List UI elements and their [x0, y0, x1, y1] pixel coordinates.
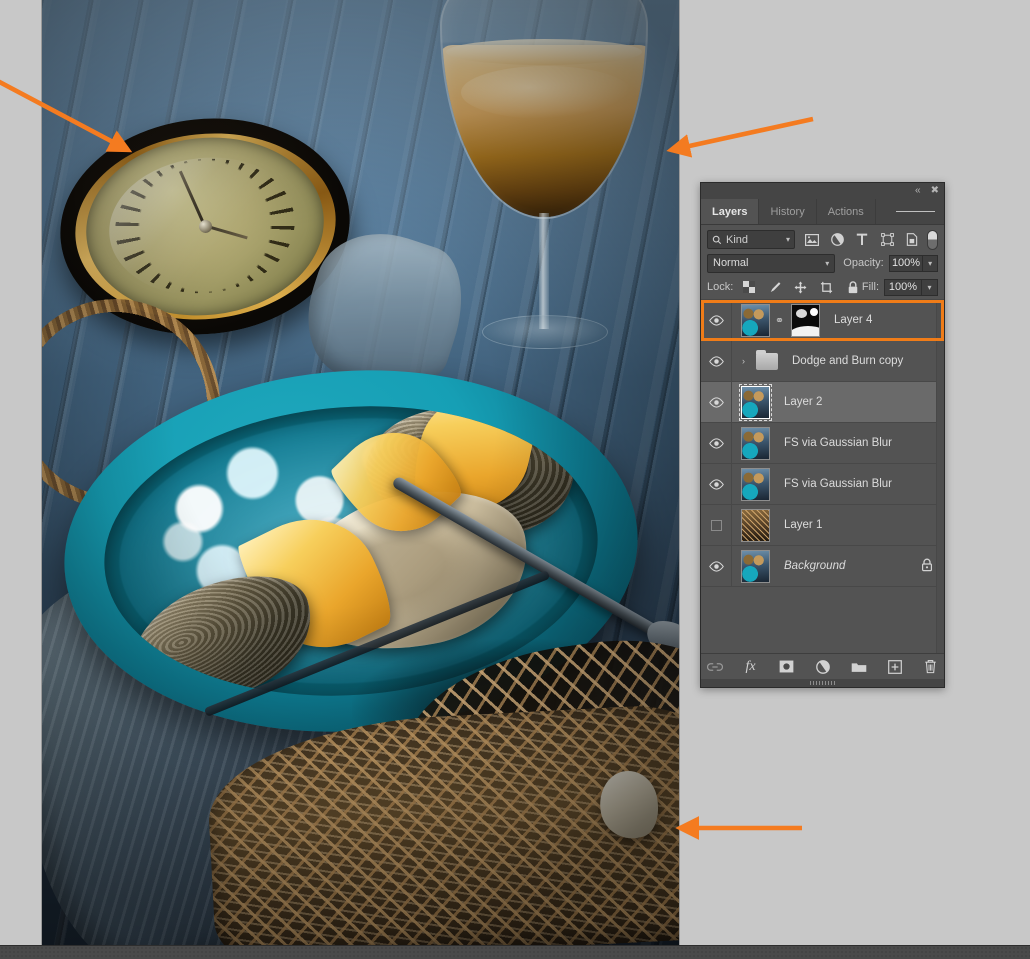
blend-mode-value: Normal	[713, 257, 748, 269]
table-row[interactable]: Background	[701, 546, 944, 587]
search-icon	[712, 235, 722, 245]
collapse-panel-icon[interactable]: «	[915, 186, 921, 196]
group-expand-chevron-icon[interactable]: ›	[742, 356, 754, 366]
tab-layers-label: Layers	[712, 206, 747, 218]
layer-visibility-toggle[interactable]	[701, 546, 732, 586]
layer-visibility-toggle[interactable]	[701, 341, 732, 381]
panel-titlebar: « ✖	[701, 183, 944, 199]
lock-image-pixels-icon[interactable]	[768, 281, 781, 294]
tab-actions[interactable]: Actions	[817, 199, 876, 224]
layers-panel[interactable]: « ✖ Layers History Actions K	[700, 182, 945, 688]
tab-history[interactable]: History	[759, 199, 816, 224]
panel-resize-grip[interactable]	[701, 679, 944, 687]
tab-history-label: History	[770, 206, 804, 218]
layer-name[interactable]: Layer 2	[784, 396, 822, 408]
eye-icon	[709, 438, 724, 449]
opacity-input[interactable]: 100%	[889, 255, 924, 272]
layer-name[interactable]: Background	[784, 560, 845, 572]
adjustment-layer-filter-icon[interactable]	[830, 233, 844, 247]
blend-mode-row: Normal ▾ Opacity: 100% ▾	[701, 251, 944, 275]
layer-visibility-toggle[interactable]	[701, 464, 732, 504]
type-layer-filter-icon[interactable]	[855, 233, 869, 247]
layer-name[interactable]: Layer 4	[834, 314, 872, 326]
table-row[interactable]: FS via Gaussian Blur	[701, 464, 944, 505]
chevron-down-icon: ▾	[825, 259, 829, 268]
lock-position-icon[interactable]	[794, 281, 807, 294]
shape-layer-filter-icon[interactable]	[880, 233, 894, 247]
link-mask-icon[interactable]: ⚭	[774, 314, 785, 327]
arrow-to-fishing-net	[662, 812, 810, 854]
photo-vignette	[42, 0, 679, 945]
eye-icon	[709, 315, 724, 326]
delete-layer-button[interactable]	[923, 659, 939, 675]
filter-enable-toggle[interactable]	[927, 230, 938, 250]
layer-thumbnail[interactable]	[741, 386, 770, 419]
filter-kind-label: Kind	[726, 234, 748, 246]
pixel-layer-filter-icon[interactable]	[805, 233, 819, 247]
layer-name[interactable]: Layer 1	[784, 519, 822, 531]
lock-artboard-nesting-icon[interactable]	[820, 281, 833, 294]
lock-icons	[742, 281, 859, 294]
blend-mode-select[interactable]: Normal ▾	[707, 254, 835, 273]
new-layer-button[interactable]	[887, 659, 903, 675]
link-layers-button[interactable]	[707, 659, 723, 675]
arrow-to-wine-glass	[655, 108, 820, 168]
layer-thumbnail[interactable]	[741, 304, 770, 337]
tab-layers[interactable]: Layers	[701, 199, 759, 224]
folder-icon	[756, 353, 778, 370]
new-fill-adjustment-layer-button[interactable]	[815, 659, 831, 675]
panel-tab-bar: Layers History Actions	[701, 199, 944, 225]
layer-style-fx-button[interactable]: fx	[743, 659, 759, 675]
close-panel-icon[interactable]: ✖	[931, 186, 939, 196]
document-window[interactable]	[42, 0, 679, 945]
lock-label: Lock:	[707, 281, 733, 293]
fill-label: Fill:	[862, 281, 879, 293]
document-photo	[42, 0, 679, 945]
filter-type-icons	[805, 233, 919, 247]
layers-panel-footer: fx	[701, 653, 944, 679]
lock-icon	[921, 558, 933, 575]
app-bottom-bar	[0, 945, 1030, 959]
layer-filter-row: Kind ▾	[701, 225, 944, 251]
eye-icon	[709, 397, 724, 408]
new-group-button[interactable]	[851, 659, 867, 675]
layer-thumbnail[interactable]	[741, 468, 770, 501]
opacity-stepper-icon[interactable]: ▾	[923, 255, 938, 272]
table-row[interactable]: ⚭ Layer 4	[701, 300, 944, 341]
eye-icon	[709, 561, 724, 572]
table-row[interactable]: › Dodge and Burn copy	[701, 341, 944, 382]
layer-thumbnail[interactable]	[741, 509, 770, 542]
smart-object-filter-icon[interactable]	[905, 233, 919, 247]
table-row[interactable]: Layer 1	[701, 505, 944, 546]
add-layer-mask-button[interactable]	[779, 659, 795, 675]
layer-name[interactable]: FS via Gaussian Blur	[784, 478, 892, 490]
layer-name[interactable]: FS via Gaussian Blur	[784, 437, 892, 449]
layer-visibility-toggle[interactable]	[701, 382, 732, 422]
fill-stepper-icon[interactable]: ▾	[922, 279, 938, 296]
layer-thumbnail[interactable]	[741, 550, 770, 583]
layer-visibility-toggle[interactable]	[701, 423, 732, 463]
layer-visibility-toggle[interactable]	[701, 505, 732, 545]
panel-menu-icon[interactable]	[887, 199, 944, 224]
layer-mask-thumbnail[interactable]	[791, 304, 820, 337]
layer-visibility-toggle[interactable]	[701, 300, 732, 340]
layer-list-scrollbar[interactable]	[936, 300, 944, 653]
layer-name[interactable]: Dodge and Burn copy	[792, 355, 903, 367]
eye-icon	[709, 356, 724, 367]
eye-icon	[709, 479, 724, 490]
lock-row: Lock:	[701, 275, 944, 299]
photoshop-screenshot: « ✖ Layers History Actions K	[0, 0, 1030, 959]
table-row[interactable]: Layer 2	[701, 382, 944, 423]
chevron-down-icon: ▾	[786, 235, 790, 244]
opacity-label: Opacity:	[843, 257, 883, 269]
layer-list[interactable]: ⚭ Layer 4 › Dodge and Burn copy	[701, 299, 944, 653]
lock-transparent-pixels-icon[interactable]	[742, 281, 755, 294]
tab-actions-label: Actions	[828, 206, 864, 218]
eye-off-icon	[711, 520, 722, 531]
table-row[interactable]: FS via Gaussian Blur	[701, 423, 944, 464]
filter-kind-select[interactable]: Kind ▾	[707, 230, 795, 249]
fill-input[interactable]: 100%	[884, 279, 922, 296]
layer-thumbnail[interactable]	[741, 427, 770, 460]
lock-all-icon[interactable]	[846, 281, 859, 294]
